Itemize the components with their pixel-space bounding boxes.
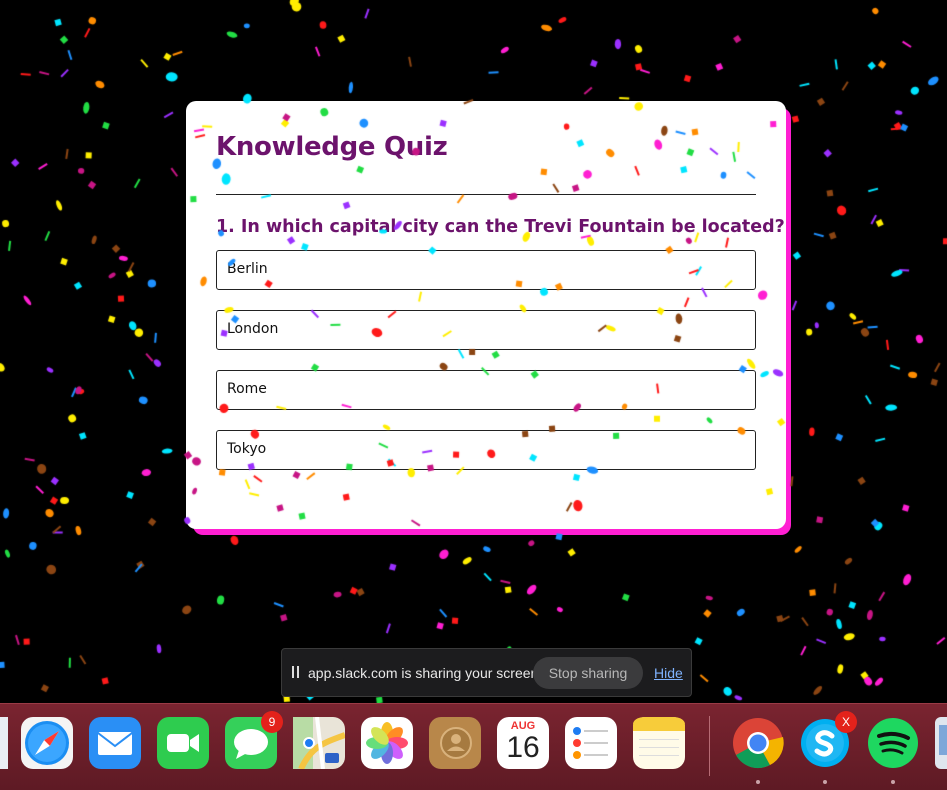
finder-icon — [0, 717, 8, 769]
quiz-title: Knowledge Quiz — [216, 132, 448, 162]
share-message: app.slack.com is sharing your screen. — [308, 665, 543, 681]
facetime-icon — [157, 717, 209, 769]
dock-skype[interactable]: X — [799, 711, 857, 769]
dock-maps[interactable] — [293, 717, 345, 769]
hide-link[interactable]: Hide — [654, 665, 683, 681]
answer-option-rome[interactable]: Rome — [216, 370, 756, 410]
dock-spotify[interactable] — [867, 717, 919, 769]
skype-badge: X — [835, 711, 857, 733]
dock-finder[interactable] — [0, 717, 8, 769]
question-text: 1. In which capital city can the Trevi F… — [216, 217, 785, 237]
contacts-icon — [429, 717, 481, 769]
maps-icon — [293, 717, 345, 769]
reminders-icon — [565, 717, 617, 769]
notes-icon — [633, 717, 685, 769]
dock-messages[interactable]: 9 — [225, 711, 283, 769]
dock-contacts[interactable] — [429, 717, 481, 769]
answer-label: London — [227, 321, 279, 337]
answer-label: Rome — [227, 381, 267, 397]
messages-badge: 9 — [261, 711, 283, 733]
dock-preview[interactable] — [935, 717, 947, 769]
photos-icon — [361, 717, 413, 769]
dock-facetime[interactable] — [157, 717, 209, 769]
answer-label: Tokyo — [227, 441, 267, 457]
stop-sharing-button[interactable]: Stop sharing — [533, 657, 643, 689]
answer-option-tokyo[interactable]: Tokyo — [216, 430, 756, 470]
dock-photos[interactable] — [361, 717, 413, 769]
spotify-icon — [868, 718, 918, 768]
dock: 9 AUG 16 X — [0, 703, 947, 790]
dock-calendar[interactable]: AUG 16 — [497, 717, 549, 769]
chrome-running-indicator — [756, 780, 760, 784]
dock-chrome[interactable] — [732, 717, 784, 769]
answer-option-berlin[interactable]: Berlin — [216, 250, 756, 290]
screen-share-bar: app.slack.com is sharing your screen. St… — [281, 648, 692, 697]
answer-option-london[interactable]: London — [216, 310, 756, 350]
answer-label: Berlin — [227, 261, 268, 277]
dock-safari[interactable] — [21, 717, 73, 769]
dock-mail[interactable] — [89, 717, 141, 769]
quiz-card: Knowledge Quiz 1. In which capital city … — [186, 101, 786, 529]
skype-running-indicator — [823, 780, 827, 784]
preview-icon — [935, 717, 947, 769]
title-divider — [216, 194, 756, 195]
pause-icon — [292, 666, 300, 678]
dock-reminders[interactable] — [565, 717, 617, 769]
dock-separator — [709, 716, 710, 776]
safari-icon — [21, 717, 73, 769]
dock-notes[interactable] — [633, 717, 685, 769]
mail-icon — [89, 717, 141, 769]
calendar-day: 16 — [506, 731, 540, 764]
chrome-icon — [733, 718, 784, 769]
spotify-running-indicator — [891, 780, 895, 784]
